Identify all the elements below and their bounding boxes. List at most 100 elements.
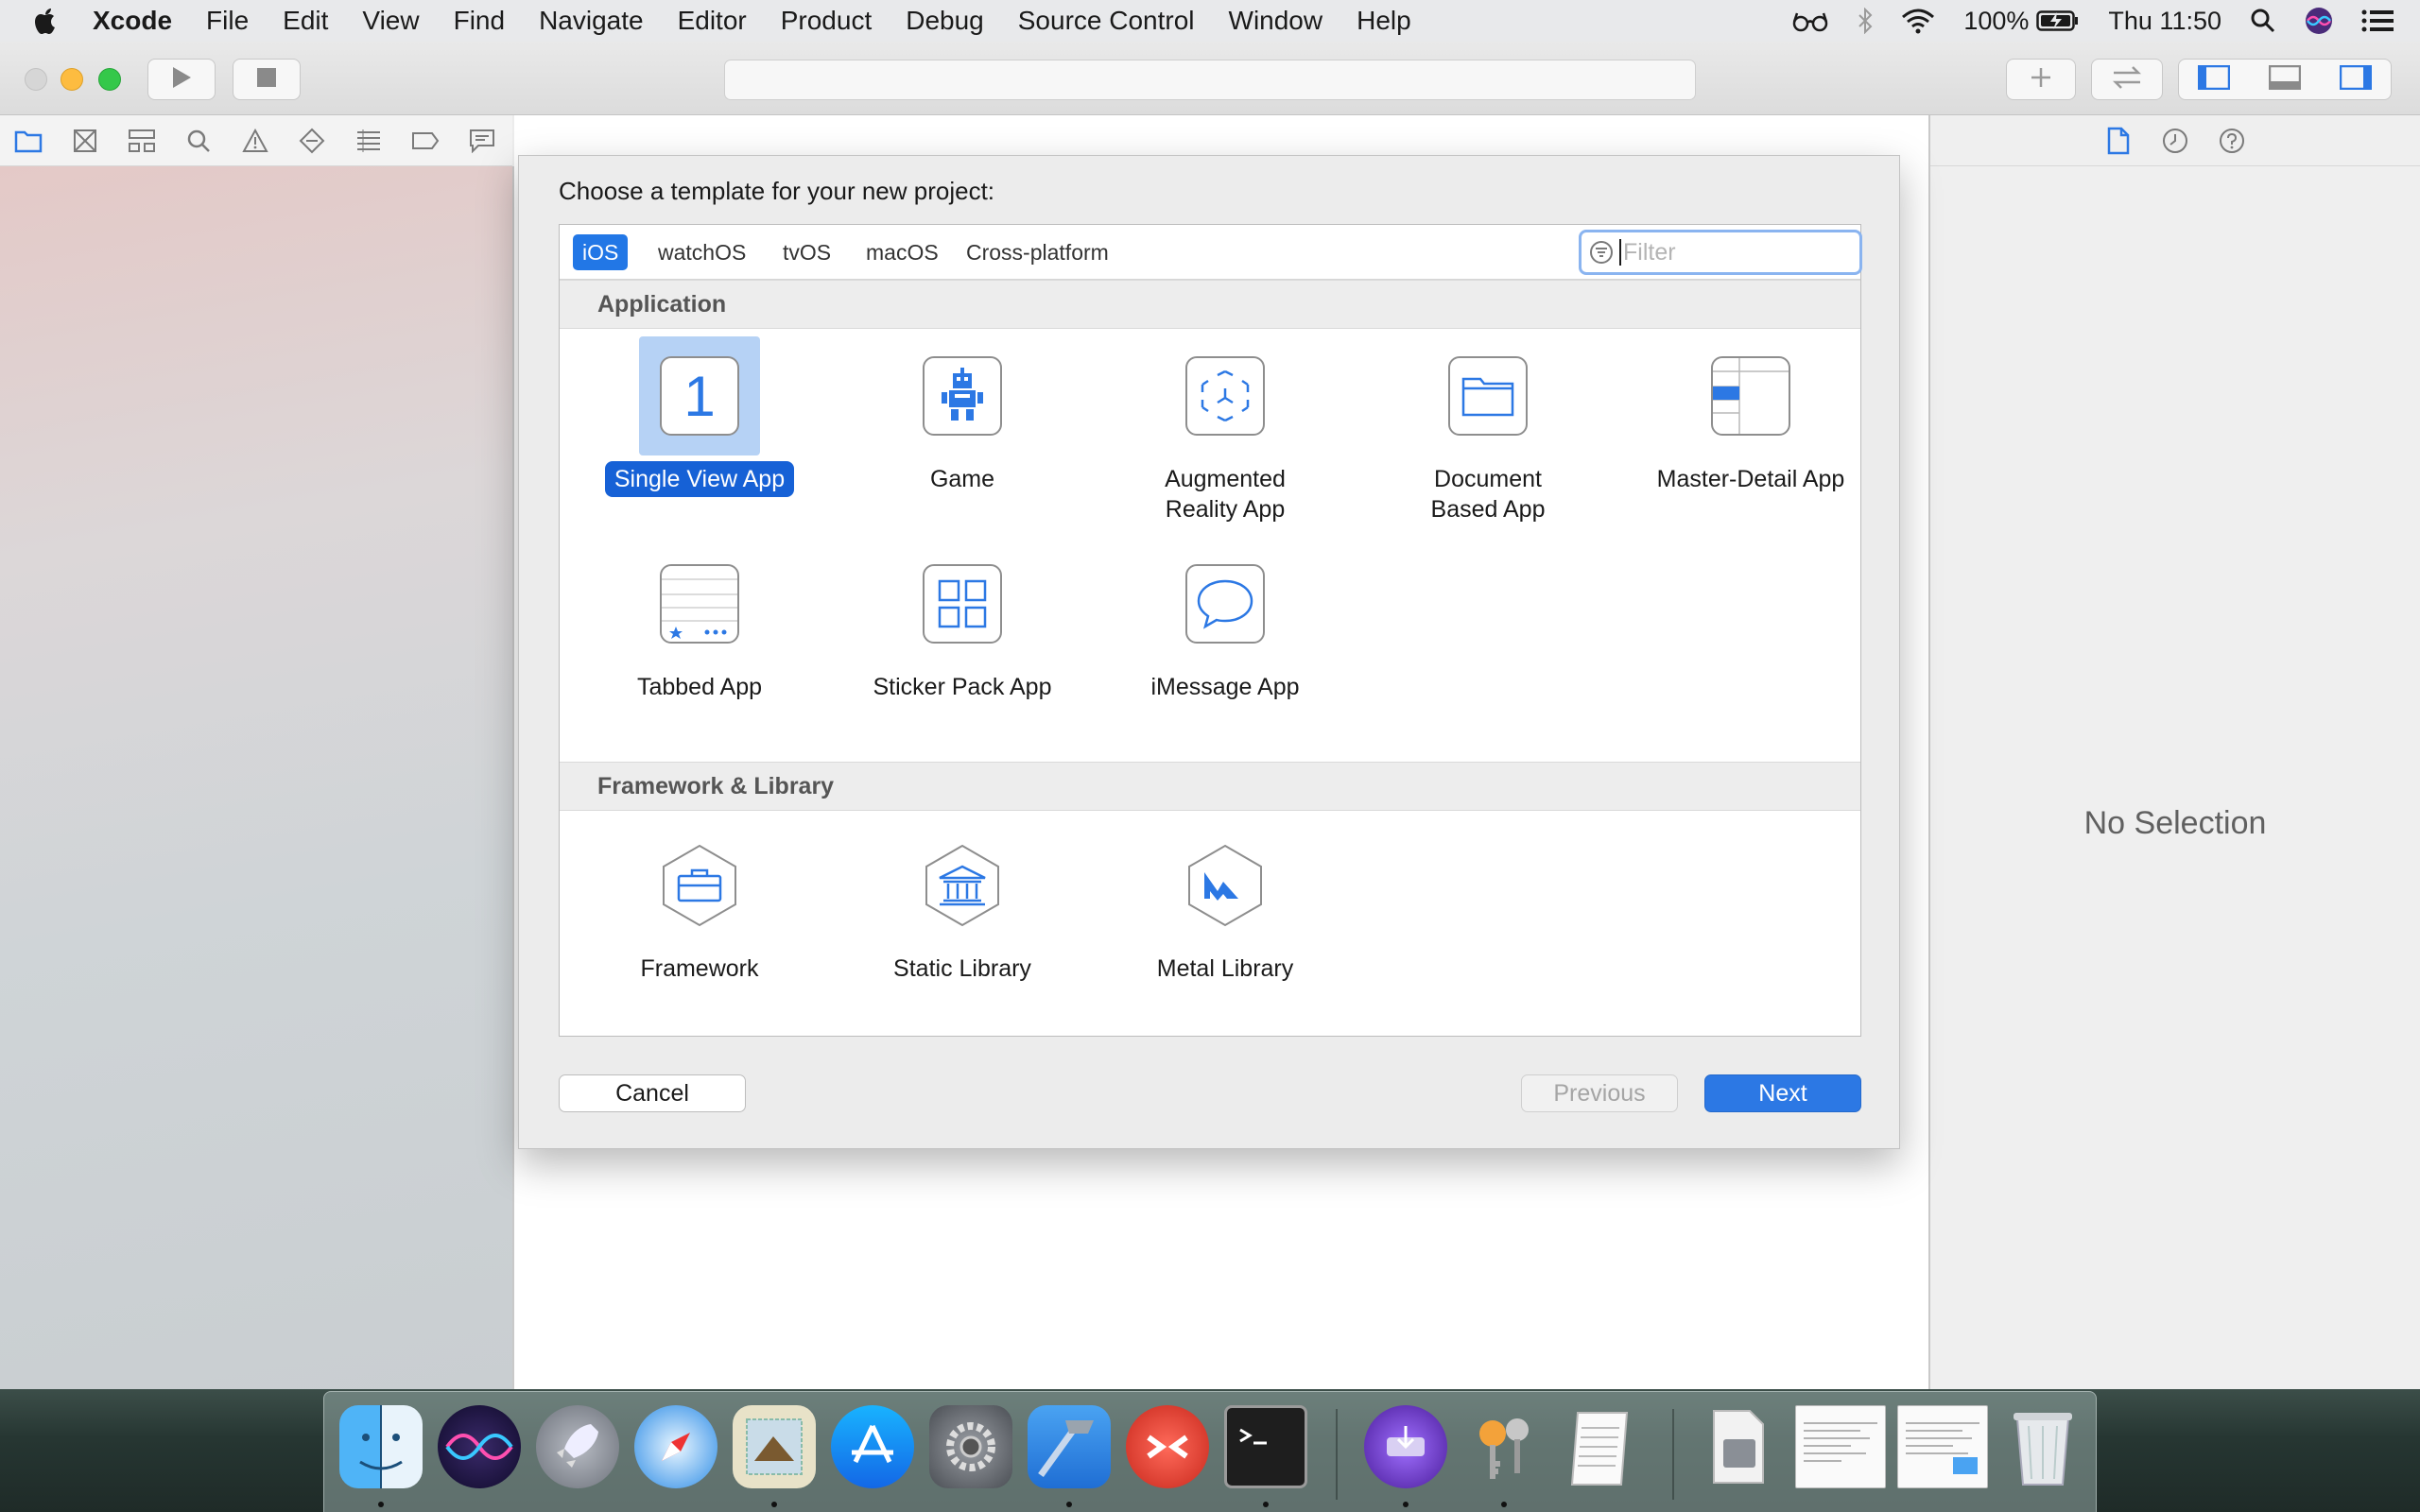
template-tabbed-app[interactable]: Tabbed App	[584, 544, 815, 705]
template-game[interactable]: Game	[847, 336, 1078, 497]
tab-cross-platform[interactable]: Cross-platform	[957, 234, 1118, 270]
run-button[interactable]	[147, 59, 216, 100]
menu-window[interactable]: Window	[1212, 0, 1340, 42]
master-detail-icon	[1711, 356, 1790, 436]
filter-field[interactable]	[1579, 230, 1862, 275]
spotlight-search-icon[interactable]	[2250, 8, 2276, 34]
project-navigator-icon[interactable]	[0, 115, 57, 166]
source-control-navigator-icon[interactable]	[57, 115, 113, 166]
menu-find[interactable]: Find	[437, 0, 522, 42]
documents-stack-icon[interactable]	[1697, 1405, 1780, 1488]
breakpoint-navigator-icon[interactable]	[397, 115, 454, 166]
template-single-view-app[interactable]: 1 Single View App	[584, 336, 815, 497]
next-button[interactable]: Next	[1704, 1074, 1861, 1112]
template-icon-wrap	[639, 544, 760, 663]
menu-help[interactable]: Help	[1340, 0, 1428, 42]
menu-editor[interactable]: Editor	[661, 0, 764, 42]
finder-icon[interactable]	[339, 1405, 423, 1488]
menu-bar: Xcode File Edit View Find Navigate Edito…	[0, 0, 2420, 42]
tab-watchos[interactable]: watchOS	[648, 234, 755, 270]
library-button[interactable]	[2006, 59, 2076, 100]
issue-navigator-icon[interactable]	[227, 115, 284, 166]
running-indicator	[1501, 1502, 1507, 1507]
tab-tvos[interactable]: tvOS	[773, 234, 840, 270]
apple-menu-icon[interactable]	[32, 0, 76, 42]
find-navigator-icon[interactable]	[170, 115, 227, 166]
wifi-icon[interactable]	[1901, 8, 1935, 34]
navigator-pane	[0, 166, 514, 1389]
template-label: Sticker Pack App	[873, 674, 1052, 700]
notification-center-icon[interactable]	[2361, 9, 2394, 32]
cancel-button[interactable]: Cancel	[559, 1074, 746, 1112]
bluetooth-icon[interactable]	[1858, 8, 1873, 34]
minimize-window-button[interactable]	[60, 68, 83, 91]
template-framework[interactable]: Framework	[584, 826, 815, 987]
textedit-icon[interactable]	[1561, 1405, 1644, 1488]
filter-icon	[1589, 240, 1614, 265]
filter-input[interactable]	[1621, 238, 1839, 266]
template-icon-wrap	[902, 336, 1023, 455]
xcode-hammer-icon[interactable]	[1028, 1405, 1111, 1488]
menu-navigate[interactable]: Navigate	[522, 0, 661, 42]
template-static-library[interactable]: Static Library	[847, 826, 1078, 987]
code-review-button[interactable]	[2091, 59, 2163, 100]
inspector-pane: No Selection	[1928, 115, 2420, 1389]
safari-compass-icon[interactable]	[634, 1405, 717, 1488]
siri-icon[interactable]	[2305, 7, 2333, 35]
menu-app-name[interactable]: Xcode	[76, 0, 189, 42]
launchpad-rocket-icon[interactable]	[536, 1405, 619, 1488]
section-header-application: Application	[560, 280, 1860, 329]
history-inspector-icon[interactable]	[2147, 128, 2204, 154]
remote-desktop-icon[interactable]	[1126, 1405, 1209, 1488]
screenshot-thumbnail-icon[interactable]	[1795, 1405, 1886, 1488]
disk-utility-icon[interactable]	[1364, 1405, 1447, 1488]
test-navigator-icon[interactable]	[284, 115, 340, 166]
close-window-button[interactable]	[25, 68, 47, 91]
battery-percent[interactable]: 100%	[1963, 7, 2029, 36]
template-label: Tabbed App	[636, 674, 763, 700]
sticker-grid-icon	[923, 564, 1002, 644]
previous-button[interactable]: Previous	[1521, 1074, 1678, 1112]
battery-charging-icon[interactable]	[2036, 9, 2080, 32]
siri-icon[interactable]	[438, 1405, 521, 1488]
accessibility-glasses-icon[interactable]	[1791, 9, 1829, 32]
symbol-navigator-icon[interactable]	[113, 115, 170, 166]
debug-area-toggle-icon[interactable]	[2268, 64, 2302, 94]
trash-icon[interactable]	[2001, 1405, 2084, 1488]
template-sticker-pack-app[interactable]: Sticker Pack App	[847, 544, 1078, 705]
template-document-based-app[interactable]: Document Based App	[1373, 336, 1603, 527]
dock-separator	[1336, 1409, 1338, 1500]
template-master-detail-app[interactable]: Master-Detail App	[1635, 336, 1866, 497]
template-imessage-app[interactable]: iMessage App	[1110, 544, 1340, 705]
menu-edit[interactable]: Edit	[266, 0, 345, 42]
quick-help-icon[interactable]	[2204, 128, 2260, 154]
tab-ios[interactable]: iOS	[573, 234, 629, 270]
keychain-keys-icon[interactable]	[1462, 1405, 1546, 1488]
navigator-bar	[0, 115, 512, 166]
screenshot-thumbnail-icon[interactable]	[1897, 1405, 1988, 1488]
template-label: Augmented Reality App	[1165, 466, 1286, 523]
menu-product[interactable]: Product	[764, 0, 890, 42]
app-store-icon[interactable]	[831, 1405, 914, 1488]
inspector-toggle-icon[interactable]	[2339, 64, 2372, 94]
menu-debug[interactable]: Debug	[889, 0, 1001, 42]
terminal-icon[interactable]	[1224, 1405, 1307, 1488]
menu-file[interactable]: File	[189, 0, 266, 42]
template-metal-library[interactable]: Metal Library	[1110, 826, 1340, 987]
system-preferences-gear-icon[interactable]	[929, 1405, 1012, 1488]
report-navigator-icon[interactable]	[454, 115, 510, 166]
tabbed-app-icon	[660, 564, 739, 644]
tab-macos[interactable]: macOS	[856, 234, 948, 270]
mail-stamp-icon[interactable]	[733, 1405, 816, 1488]
stop-button[interactable]	[233, 59, 301, 100]
template-augmented-reality-app[interactable]: Augmented Reality App	[1110, 336, 1340, 527]
menu-source-control[interactable]: Source Control	[1001, 0, 1212, 42]
running-indicator	[1066, 1502, 1072, 1507]
menu-view[interactable]: View	[345, 0, 436, 42]
menu-clock[interactable]: Thu 11:50	[2108, 7, 2221, 36]
file-inspector-icon[interactable]	[2090, 127, 2147, 155]
navigator-toggle-icon[interactable]	[2198, 64, 2231, 94]
zoom-window-button[interactable]	[98, 68, 121, 91]
debug-navigator-icon[interactable]	[340, 115, 397, 166]
template-icon-wrap	[1427, 336, 1548, 455]
